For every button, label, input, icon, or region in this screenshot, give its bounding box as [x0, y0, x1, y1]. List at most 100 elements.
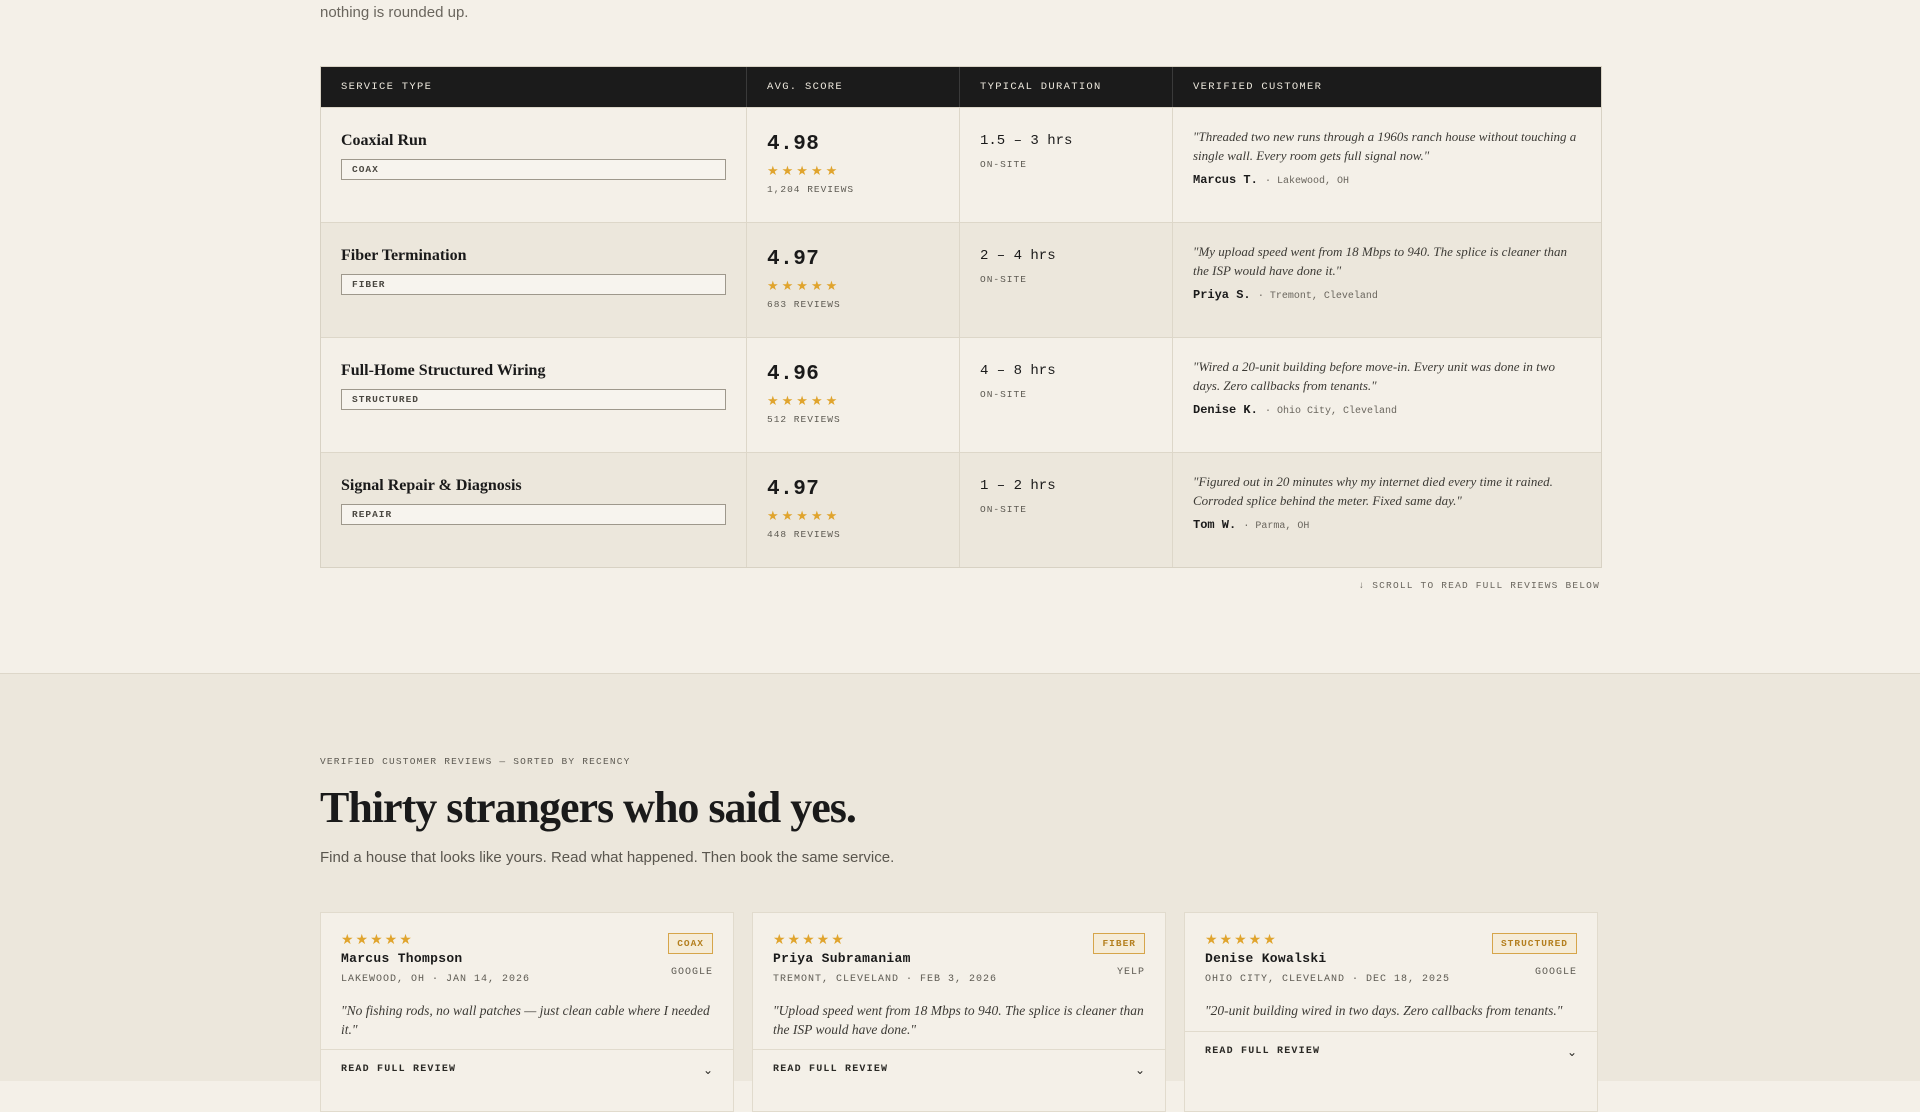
customer-location: · Lakewood, OH [1265, 176, 1350, 187]
review-count: 1,204 REVIEWS [767, 184, 855, 195]
duration-cell: 1 – 2 hrs ON-SITE [960, 453, 1173, 567]
service-comparison-table: SERVICE TYPE AVG. SCORE TYPICAL DURATION… [320, 66, 1602, 568]
scroll-hint[interactable]: ↓ SCROLL TO READ FULL REVIEWS BELOW [1358, 580, 1600, 591]
service-cell: Coaxial Run COAX [321, 108, 747, 222]
service-tag: STRUCTURED [341, 389, 726, 410]
reviews-subtitle: Find a house that looks like yours. Read… [320, 849, 895, 866]
chevron-down-icon: ⌄ [702, 1062, 713, 1077]
review-count: 683 REVIEWS [767, 299, 841, 310]
review-card: ★★★★★ Priya Subramaniam TREMONT, CLEVELA… [752, 912, 1166, 1112]
star-rating-icon: ★★★★★ [767, 278, 841, 293]
customer-cell: "Wired a 20-unit building before move-in… [1173, 338, 1601, 452]
customer-quote: "Wired a 20-unit building before move-in… [1193, 359, 1555, 393]
customer-name: Marcus T. [1193, 173, 1258, 187]
column-header-avg-score: AVG. SCORE [747, 67, 960, 107]
read-full-review-label: READ FULL REVIEW [1205, 1046, 1321, 1057]
score-cell: 4.96 ★★★★★ 512 REVIEWS [747, 338, 960, 452]
score-cell: 4.97 ★★★★★ 683 REVIEWS [747, 223, 960, 337]
intro-tail-text: nothing is rounded up. [320, 4, 469, 21]
read-full-review-button[interactable]: READ FULL REVIEW ⌄ [1185, 1031, 1597, 1071]
reviewer-name: Marcus Thompson [341, 951, 463, 966]
table-row: Full-Home Structured Wiring STRUCTURED 4… [321, 337, 1601, 452]
star-rating-icon: ★★★★★ [767, 393, 841, 408]
column-header-verified-customer: VERIFIED CUSTOMER [1193, 81, 1323, 93]
customer-name: Denise K. [1193, 403, 1258, 417]
customer-location: · Parma, OH [1243, 521, 1310, 532]
service-cell: Signal Repair & Diagnosis REPAIR [321, 453, 747, 567]
customer-cell: "My upload speed went from 18 Mbps to 94… [1173, 223, 1601, 337]
customer-quote: "Figured out in 20 minutes why my intern… [1193, 474, 1553, 508]
customer-quote: "My upload speed went from 18 Mbps to 94… [1193, 244, 1567, 278]
column-header-typical-duration: TYPICAL DURATION [960, 67, 1173, 107]
customer-name: Priya S. [1193, 288, 1251, 302]
read-full-review-button[interactable]: READ FULL REVIEW ⌄ [753, 1049, 1165, 1089]
service-tag: STRUCTURED [1491, 933, 1577, 954]
star-rating-icon: ★★★★★ [767, 508, 841, 523]
service-tag: COAX [668, 933, 713, 954]
star-rating-icon: ★★★★★ [773, 931, 846, 947]
table-row: Fiber Termination FIBER 4.97 ★★★★★ 683 R… [321, 222, 1601, 337]
review-source: YELP [1116, 967, 1145, 978]
duration-value: 1.5 – 3 hrs [980, 133, 1073, 149]
avg-score: 4.97 [767, 248, 820, 271]
star-rating-icon: ★★★★★ [341, 931, 414, 947]
customer-cell: "Threaded two new runs through a 1960s r… [1173, 108, 1601, 222]
customer-quote: "Threaded two new runs through a 1960s r… [1193, 129, 1577, 163]
read-full-review-label: READ FULL REVIEW [341, 1064, 457, 1075]
table-row: Coaxial Run COAX 4.98 ★★★★★ 1,204 REVIEW… [321, 107, 1601, 222]
review-card: ★★★★★ Marcus Thompson LAKEWOOD, OH · JAN… [320, 912, 734, 1112]
location-type: ON-SITE [980, 389, 1027, 400]
customer-attribution: Marcus T. · Lakewood, OH [1193, 173, 1581, 187]
review-meta: OHIO CITY, CLEVELAND · DEC 18, 2025 [1205, 974, 1451, 985]
service-cell: Full-Home Structured Wiring STRUCTURED [321, 338, 747, 452]
star-rating-icon: ★★★★★ [767, 163, 841, 178]
review-quote: "20-unit building wired in two days. Zer… [1205, 1003, 1563, 1018]
reviews-title: Thirty strangers who said yes. [320, 783, 857, 832]
review-count: 512 REVIEWS [767, 414, 841, 425]
service-name: Fiber Termination [341, 247, 467, 264]
score-cell: 4.98 ★★★★★ 1,204 REVIEWS [747, 108, 960, 222]
customer-location: · Ohio City, Cleveland [1265, 406, 1398, 417]
reviews-eyebrow: VERIFIED CUSTOMER REVIEWS — SORTED BY RE… [320, 756, 631, 767]
duration-value: 4 – 8 hrs [980, 363, 1056, 379]
review-source: GOOGLE [1534, 967, 1577, 978]
avg-score: 4.97 [767, 478, 820, 501]
duration-cell: 4 – 8 hrs ON-SITE [960, 338, 1173, 452]
review-meta: LAKEWOOD, OH · JAN 14, 2026 [341, 974, 531, 985]
customer-attribution: Tom W. · Parma, OH [1193, 518, 1581, 532]
service-cell: Fiber Termination FIBER [321, 223, 747, 337]
chevron-down-icon: ⌄ [1134, 1062, 1145, 1077]
customer-attribution: Priya S. · Tremont, Cleveland [1193, 288, 1581, 302]
customer-cell: "Figured out in 20 minutes why my intern… [1173, 453, 1601, 567]
review-quote: "No fishing rods, no wall patches — just… [341, 1003, 710, 1037]
review-meta: TREMONT, CLEVELAND · FEB 3, 2026 [773, 974, 998, 985]
reviewer-name: Priya Subramaniam [773, 951, 911, 966]
service-tag: FIBER [341, 274, 726, 295]
service-name: Signal Repair & Diagnosis [341, 477, 522, 494]
duration-value: 2 – 4 hrs [980, 248, 1056, 264]
read-full-review-label: READ FULL REVIEW [773, 1064, 889, 1075]
service-tag: FIBER [1093, 933, 1145, 954]
avg-score: 4.98 [767, 133, 820, 156]
duration-cell: 2 – 4 hrs ON-SITE [960, 223, 1173, 337]
reviews-section: VERIFIED CUSTOMER REVIEWS — SORTED BY RE… [0, 673, 1920, 1112]
review-card: ★★★★★ Denise Kowalski OHIO CITY, CLEVELA… [1184, 912, 1598, 1112]
duration-cell: 1.5 – 3 hrs ON-SITE [960, 108, 1173, 222]
duration-value: 1 – 2 hrs [980, 478, 1056, 494]
review-count: 448 REVIEWS [767, 529, 841, 540]
customer-attribution: Denise K. · Ohio City, Cleveland [1193, 403, 1581, 417]
location-type: ON-SITE [980, 159, 1027, 170]
column-header-service-type: SERVICE TYPE [321, 67, 747, 107]
table-row: Signal Repair & Diagnosis REPAIR 4.97 ★★… [321, 452, 1601, 567]
service-tag: REPAIR [341, 504, 726, 525]
service-name: Coaxial Run [341, 132, 427, 149]
table-header: SERVICE TYPE AVG. SCORE TYPICAL DURATION… [321, 67, 1601, 107]
avg-score: 4.96 [767, 363, 820, 386]
review-source: GOOGLE [670, 967, 713, 978]
location-type: ON-SITE [980, 274, 1027, 285]
read-full-review-button[interactable]: READ FULL REVIEW ⌄ [321, 1049, 733, 1089]
review-quote: "Upload speed went from 18 Mbps to 940. … [773, 1003, 1144, 1037]
customer-name: Tom W. [1193, 518, 1237, 532]
customer-location: · Tremont, Cleveland [1257, 291, 1378, 302]
score-cell: 4.97 ★★★★★ 448 REVIEWS [747, 453, 960, 567]
